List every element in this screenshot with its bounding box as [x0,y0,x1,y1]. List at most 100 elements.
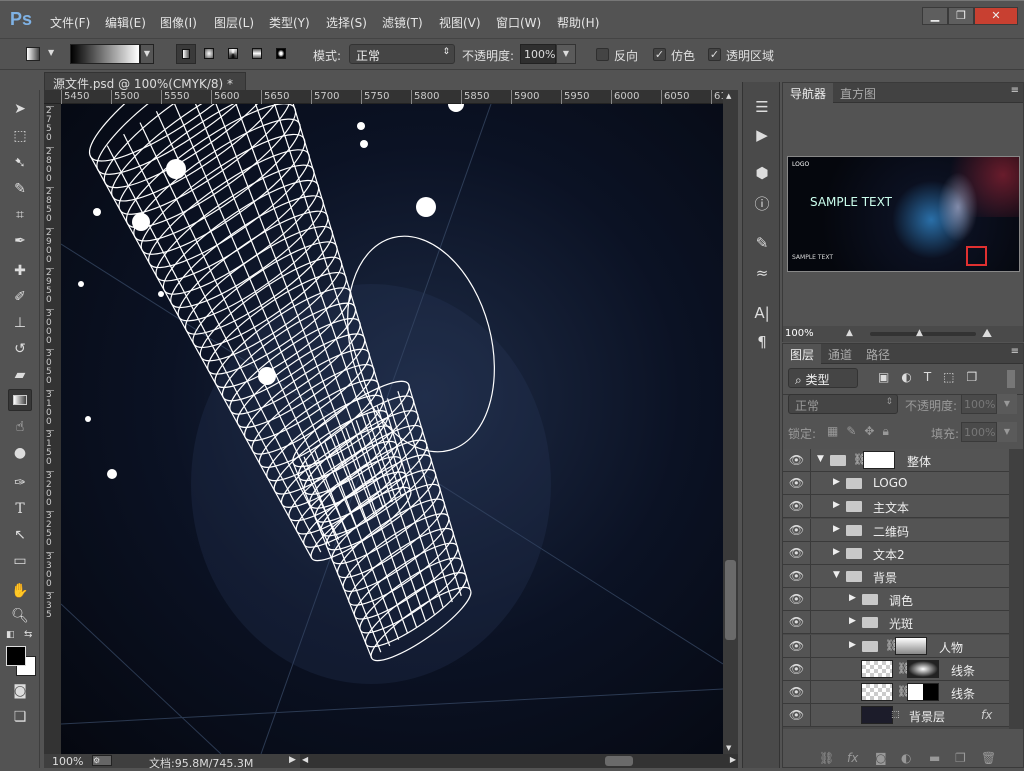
layer-row[interactable]: 👁︎ ⛓ 线条 [783,657,1009,681]
menu-image[interactable]: 图像(I) [160,14,197,31]
lock-position-icon[interactable]: ✥ [864,424,882,438]
type-filter-icon[interactable]: T [924,370,943,384]
visibility-eye-icon[interactable]: 👁︎ [783,611,811,634]
menu-view[interactable]: 视图(V) [439,14,481,31]
radial-gradient-button[interactable] [204,48,214,59]
layer-mask-thumbnail[interactable] [907,659,939,678]
visibility-eye-icon[interactable]: 👁︎ [783,588,811,611]
menu-file[interactable]: 文件(F) [50,14,90,31]
menu-edit[interactable]: 编辑(E) [105,14,146,31]
collapsed-arrow-icon[interactable]: ▶ [833,547,840,557]
collapsed-arrow-icon[interactable]: ▶ [833,524,840,534]
brush-tool-icon[interactable]: ✐ [8,286,32,308]
zoom-out-icon[interactable]: ▲ [846,328,853,338]
visibility-eye-icon[interactable]: 👁︎ [783,704,811,727]
lock-pixels-icon[interactable]: ✎ [846,424,864,438]
hand-tool-icon[interactable]: ✋ [8,580,32,602]
dodge-tool-icon[interactable]: ● [8,442,32,464]
fill-input[interactable]: 100% [961,422,997,442]
marquee-tool-icon[interactable]: ⬚ [8,125,32,147]
eyedropper-tool-icon[interactable]: ✒ [8,230,32,252]
collapsed-arrow-icon[interactable]: ▶ [849,640,856,650]
adjustment-layer-icon[interactable]: ◐ [901,751,911,765]
expanded-arrow-icon[interactable]: ▼ [833,570,840,580]
layer-row[interactable]: 👁︎ ▶ 二维码 [783,518,1009,542]
tab-paths[interactable]: 路径 [859,344,897,365]
add-mask-icon[interactable]: ◙ [875,751,887,765]
angle-gradient-button[interactable] [228,48,238,59]
blend-mode-select[interactable]: 正常 ⇕ [788,394,898,414]
layer-row[interactable]: 👁︎ ▶ 调色 [783,588,1009,612]
tab-histogram[interactable]: 直方图 [833,83,883,104]
zoom-slider[interactable]: ▲ [870,328,976,338]
horizontal-scrollbar[interactable]: ◀ ▶ [300,754,738,768]
layer-opacity-dropdown-icon[interactable]: ▼ [997,394,1017,414]
paragraph-panel-icon[interactable]: ¶ [751,331,773,353]
add-style-icon[interactable]: fx [847,751,858,765]
visibility-eye-icon[interactable]: 👁︎ [783,518,811,541]
layer-row[interactable]: 👁︎ ▶ 光斑 [783,611,1009,635]
layer-row[interactable]: 👁︎ ▶ LOGO [783,472,1009,496]
horizontal-scroll-thumb[interactable] [605,756,633,766]
layer-row[interactable]: 👁︎ ▼ 背景 [783,565,1009,588]
character-panel-icon[interactable]: A| [751,302,773,324]
document-tab[interactable]: 源文件.psd @ 100%(CMYK/8) * × [44,72,246,106]
visibility-eye-icon[interactable]: 👁︎ [783,565,811,587]
screen-mode-icon[interactable]: ❏ [8,706,32,728]
restore-button[interactable]: ❐ [948,7,974,25]
path-selection-tool-icon[interactable]: ↖ [8,524,32,546]
history-panel-icon[interactable]: ☰ [751,96,773,118]
diamond-gradient-button[interactable] [276,48,286,59]
gradient-picker[interactable] [70,44,140,64]
navigator-preview[interactable]: LOGO SAMPLE TEXT SAMPLE TEXT [787,156,1020,272]
panel-menu-icon[interactable]: ≡ [1011,85,1019,96]
scroll-right-icon[interactable]: ▶ [730,755,736,764]
status-menu-arrow-icon[interactable]: ▶ [289,755,296,765]
document-canvas[interactable] [61,104,723,754]
layer-row[interactable]: 👁︎ ▼ ⛓ 整体 [783,449,1009,472]
quick-selection-tool-icon[interactable]: ✎ [8,178,32,200]
reverse-checkbox[interactable] [596,48,609,61]
transparency-checkbox[interactable]: ✓ [708,48,721,61]
delete-layer-icon[interactable]: 🗑︎ [981,751,996,765]
zoom-level[interactable]: 100% [52,755,83,768]
pen-tool-icon[interactable]: ✑ [8,472,32,494]
visibility-eye-icon[interactable]: 👁︎ [783,541,811,564]
quick-mask-icon[interactable]: ◙ [8,680,32,702]
tab-layers[interactable]: 图层 [783,344,822,365]
swap-colors-icon[interactable]: ⇆ [24,629,32,640]
layer-row[interactable]: 👁︎ ⬚ 背景层 fx [783,704,1009,728]
visibility-eye-icon[interactable]: 👁︎ [783,495,811,518]
minimize-button[interactable]: ▁ [922,7,948,25]
layer-mask-thumbnail[interactable] [907,683,939,701]
actions-panel-icon[interactable]: ▶ [751,124,773,146]
lasso-tool-icon[interactable]: ➷ [8,152,32,174]
layer-opacity-input[interactable]: 100% [961,394,997,414]
blur-tool-icon[interactable]: ☝ [8,416,32,438]
shape-filter-icon[interactable]: ⬚ [943,370,966,384]
menu-window[interactable]: 窗口(W) [496,14,541,31]
healing-brush-tool-icon[interactable]: ✚ [8,260,32,282]
panel-menu-icon[interactable]: ≡ [1011,346,1019,357]
brush-presets-icon[interactable]: ✎ [751,232,773,254]
layers-scrollbar[interactable] [1009,449,1023,729]
default-colors-icon[interactable]: ◧ [6,630,15,640]
move-tool-icon[interactable]: ➤ [8,98,32,120]
lock-transparency-icon[interactable]: ▦ [827,424,846,438]
dither-checkbox[interactable]: ✓ [653,48,666,61]
foreground-color-swatch[interactable] [6,646,26,666]
preset-dropdown-icon[interactable]: ▼ [48,48,54,57]
linear-gradient-button[interactable] [176,44,196,64]
layer-row[interactable]: 👁︎ ▶ ⛓ 人物 [783,634,1009,658]
reflected-gradient-button[interactable] [252,48,262,59]
menu-filter[interactable]: 滤镜(T) [382,14,423,31]
3d-panel-icon[interactable]: ⬢ [751,162,773,184]
layer-row[interactable]: 👁︎ ⛓ 线条 [783,681,1009,704]
brush-panel-icon[interactable]: ≈ [751,262,773,284]
opacity-input[interactable]: 100% [520,44,556,64]
menu-type[interactable]: 类型(Y) [269,14,310,31]
gradient-dropdown-icon[interactable]: ▼ [140,44,154,64]
layer-row[interactable]: 👁︎ ▶ 主文本 [783,495,1009,519]
tab-channels[interactable]: 通道 [821,344,859,365]
layer-mask-thumbnail[interactable] [895,636,927,655]
